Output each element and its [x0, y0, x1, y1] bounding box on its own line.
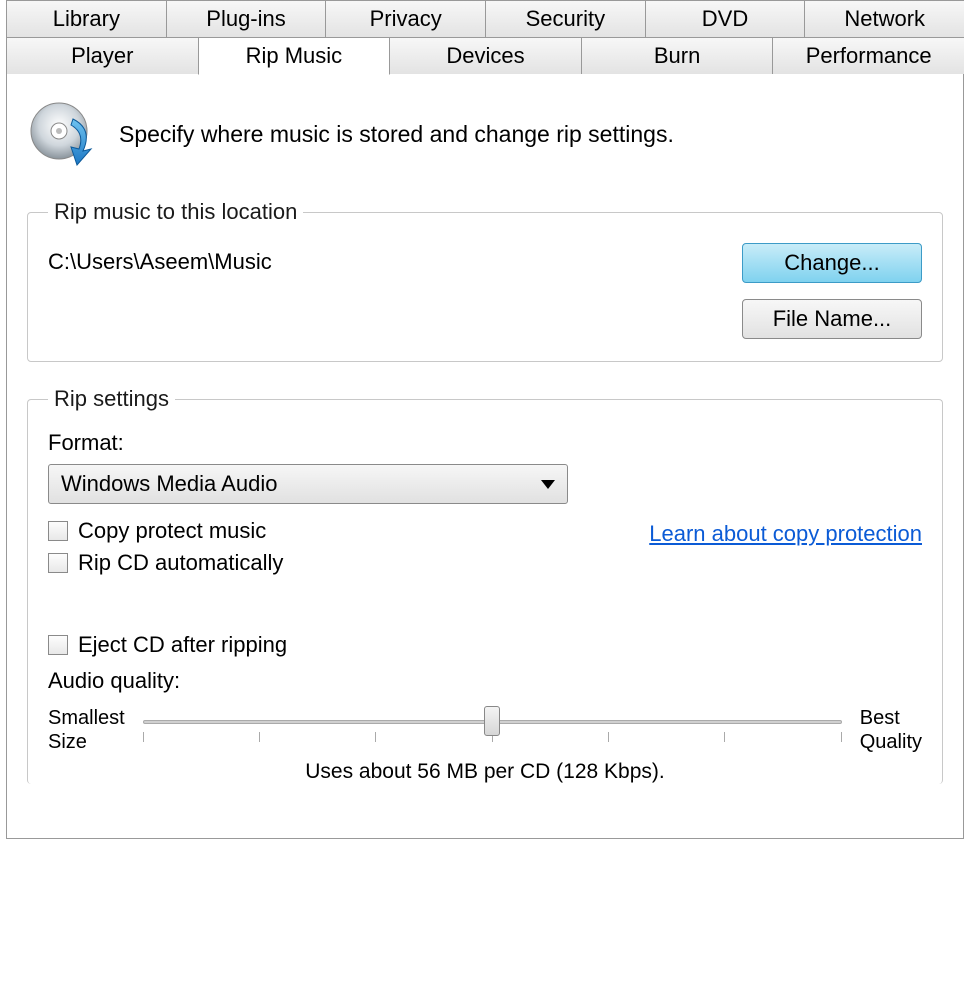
group-rip-settings-legend: Rip settings — [48, 386, 175, 412]
rip-location-path: C:\Users\Aseem\Music — [48, 243, 272, 275]
chevron-down-icon — [541, 480, 555, 489]
tab-performance[interactable]: Performance — [772, 38, 964, 75]
file-name-button[interactable]: File Name... — [742, 299, 922, 339]
tab-dvd[interactable]: DVD — [645, 0, 806, 38]
learn-copy-protection-link[interactable]: Learn about copy protection — [649, 521, 922, 547]
tab-library[interactable]: Library — [6, 0, 167, 38]
audio-quality-label: Audio quality: — [48, 668, 922, 694]
auto-rip-checkbox[interactable] — [48, 553, 68, 573]
tab-network[interactable]: Network — [804, 0, 964, 38]
tab-privacy[interactable]: Privacy — [325, 0, 486, 38]
intro-text: Specify where music is stored and change… — [119, 121, 674, 148]
slider-thumb[interactable] — [484, 706, 500, 736]
tab-plugins[interactable]: Plug-ins — [166, 0, 327, 38]
tab-burn[interactable]: Burn — [581, 38, 774, 75]
copy-protect-label: Copy protect music — [78, 518, 266, 544]
change-location-button[interactable]: Change... — [742, 243, 922, 283]
group-rip-location-legend: Rip music to this location — [48, 199, 303, 225]
intro-row: Specify where music is stored and change… — [27, 99, 943, 169]
auto-rip-label: Rip CD automatically — [78, 550, 283, 576]
slider-caption: Uses about 56 MB per CD (128 Kbps). — [48, 760, 922, 784]
tab-player[interactable]: Player — [6, 38, 199, 75]
slider-right-label: Best Quality — [860, 706, 922, 754]
tab-rip-music[interactable]: Rip Music — [198, 38, 391, 75]
audio-quality-slider[interactable] — [143, 710, 842, 750]
tab-strip: Library Plug-ins Privacy Security DVD Ne… — [0, 0, 964, 75]
tab-security[interactable]: Security — [485, 0, 646, 38]
cd-rip-icon — [27, 99, 97, 169]
tab-devices[interactable]: Devices — [389, 38, 582, 75]
group-rip-settings: Rip settings Format: Windows Media Audio… — [27, 386, 943, 784]
format-select[interactable]: Windows Media Audio — [48, 464, 568, 504]
eject-cd-label: Eject CD after ripping — [78, 632, 287, 658]
group-rip-location: Rip music to this location C:\Users\Asee… — [27, 199, 943, 362]
tab-panel-rip-music: Specify where music is stored and change… — [6, 74, 964, 839]
copy-protect-checkbox[interactable] — [48, 521, 68, 541]
eject-cd-checkbox[interactable] — [48, 635, 68, 655]
slider-left-label: Smallest Size — [48, 706, 125, 754]
format-select-value: Windows Media Audio — [61, 471, 277, 497]
format-label: Format: — [48, 430, 922, 456]
